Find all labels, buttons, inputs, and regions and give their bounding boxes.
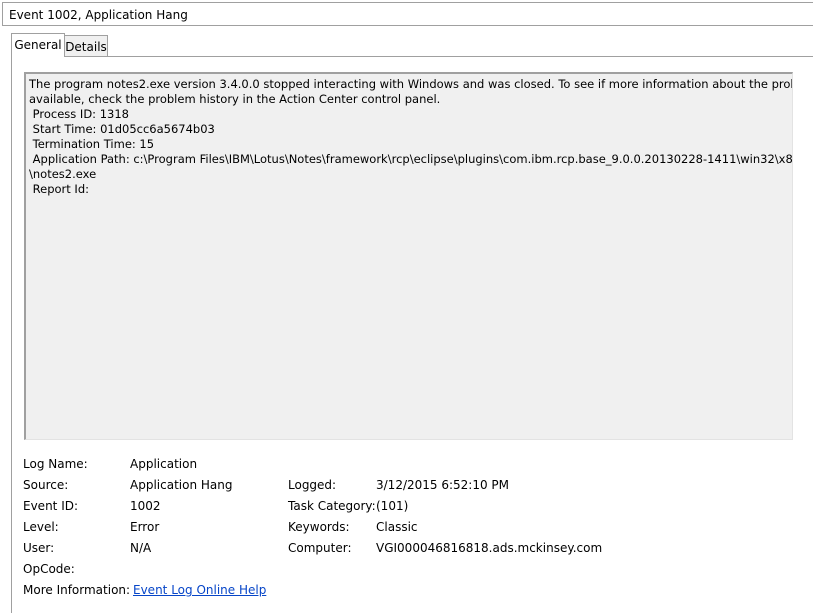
tab-details[interactable]: Details (64, 35, 108, 56)
more-information-label: More Information: (23, 583, 131, 597)
log-name-label: Log Name: (23, 457, 88, 471)
keywords-value: Classic (376, 520, 418, 534)
description-line: Termination Time: 15 (29, 137, 155, 151)
event-id-value: 1002 (130, 499, 161, 513)
description-line: The program notes2.exe version 3.4.0.0 s… (29, 77, 793, 91)
user-value: N/A (130, 541, 152, 555)
event-description-box[interactable]: The program notes2.exe version 3.4.0.0 s… (24, 72, 793, 440)
level-label: Level: (23, 520, 59, 534)
description-line: available, check the problem history in … (29, 92, 441, 106)
log-name-value: Application (130, 457, 198, 471)
source-value: Application Hang (130, 478, 233, 492)
level-value: Error (130, 520, 160, 534)
description-line: Start Time: 01d05cc6a5674b03 (29, 122, 215, 136)
task-category-label: Task Category: (288, 499, 376, 513)
event-log-online-help-link[interactable]: Event Log Online Help (133, 583, 266, 597)
opcode-label: OpCode: (23, 562, 75, 576)
tab-general-label: General (14, 38, 62, 52)
computer-value: VGI000046816818.ads.mckinsey.com (376, 541, 603, 555)
tab-details-label: Details (65, 40, 107, 54)
task-category-value: (101) (376, 499, 409, 513)
description-line: \notes2.exe (29, 167, 97, 181)
tab-general[interactable]: General (11, 33, 65, 57)
logged-value: 3/12/2015 6:52:10 PM (376, 478, 510, 492)
computer-label: Computer: (288, 541, 352, 555)
description-line: Process ID: 1318 (29, 107, 129, 121)
window-title: Event 1002, Application Hang (9, 8, 188, 22)
source-label: Source: (23, 478, 69, 492)
keywords-label: Keywords: (288, 520, 350, 534)
description-line: Report Id: (29, 182, 89, 196)
logged-label: Logged: (288, 478, 337, 492)
event-id-label: Event ID: (23, 499, 79, 513)
user-label: User: (23, 541, 55, 555)
window-title-bar: Event 1002, Application Hang (2, 2, 813, 26)
description-line: Application Path: c:\Program Files\IBM\L… (29, 152, 793, 166)
